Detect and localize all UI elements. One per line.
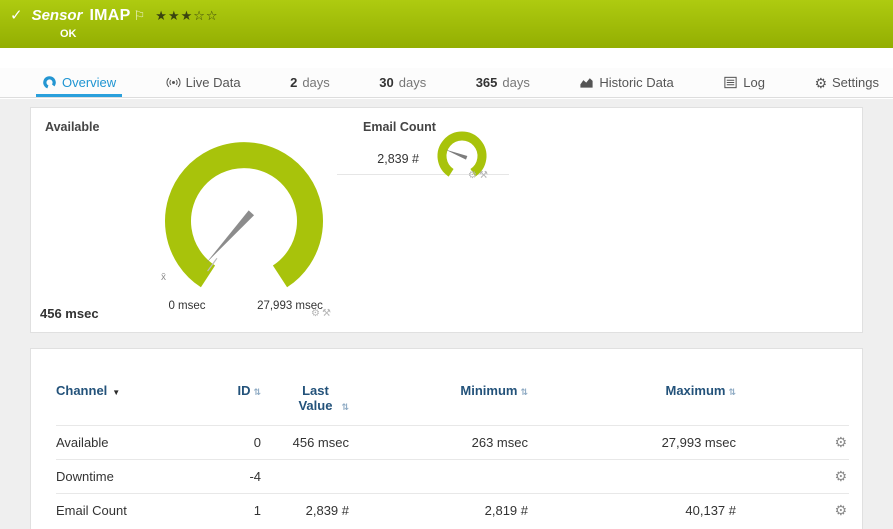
sensor-status-badge: OK	[60, 28, 77, 40]
sort-icon: ⇅	[253, 387, 261, 397]
prtg-sensor-page: ✓ Sensor IMAP ⚐ ★★★☆☆ OK Overview Live D…	[0, 0, 893, 529]
tab-number: 365	[475, 75, 498, 90]
gauge-scale-min: 0 msec	[168, 300, 206, 312]
log-list-icon	[724, 76, 737, 89]
channel-maximum: 40,137 #	[685, 503, 736, 518]
tab-label: Overview	[62, 75, 117, 90]
column-label: ID	[237, 383, 251, 398]
email-count-gauge-label: Email Count	[363, 120, 436, 134]
overview-gauge-icon	[43, 76, 56, 89]
column-header-maximum[interactable]: Maximum ⇅	[528, 383, 736, 398]
gauge-needle	[205, 210, 255, 264]
table-row-available[interactable]: Available 0 456 msec 263 msec 27,993 mse…	[56, 425, 849, 459]
channel-id: 1	[253, 503, 261, 518]
channel-last-value: 2,839 #	[305, 503, 349, 518]
column-header-last-value[interactable]: Last Value ⇅	[261, 383, 349, 413]
channel-minimum: 2,819 #	[484, 503, 528, 518]
tab-bar: Overview Live Data 2 days 30 days 365 da…	[0, 68, 893, 98]
table-row-downtime[interactable]: Downtime -4 ⚙	[56, 459, 849, 493]
sensor-title-row: ✓ Sensor IMAP ⚐ ★★★☆☆	[10, 6, 893, 25]
tab-label: days	[502, 75, 530, 90]
available-gauge-label: Available	[45, 120, 100, 134]
column-label: Maximum	[665, 383, 726, 398]
live-data-broadcast-icon	[166, 77, 181, 88]
tab-overview[interactable]: Overview	[35, 68, 123, 97]
sort-icon: ⇅	[341, 402, 349, 412]
tab-number: 2	[290, 75, 298, 90]
available-current-value: 456 msec	[40, 306, 99, 321]
overview-content: Available x̄ 0 msec 27,993 msec 456 msec…	[0, 99, 893, 529]
tab-label: Historic Data	[599, 75, 674, 90]
sort-desc-icon: ▼	[112, 388, 121, 397]
column-header-id[interactable]: ID ⇅	[196, 383, 261, 398]
channel-last-value: 456 msec	[292, 435, 349, 450]
sensor-name: IMAP	[89, 7, 131, 24]
gauge-settings-icon[interactable]: ⚙	[468, 170, 479, 181]
channel-name[interactable]: Downtime	[56, 469, 196, 484]
tab-historic-data[interactable]: Historic Data	[577, 68, 675, 97]
column-header-minimum[interactable]: Minimum ⇅	[349, 383, 528, 398]
tab-label: days	[302, 75, 330, 90]
gauge-tools-icon[interactable]: ⚒	[322, 308, 333, 319]
gauge-settings-icon[interactable]: ⚙	[311, 308, 322, 319]
tab-label: Live Data	[185, 75, 241, 90]
available-gauge-tools[interactable]: ⚙⚒	[311, 308, 333, 319]
channel-table-panel: Channel ▼ ID ⇅ Last Value ⇅ Minimum ⇅ Maximu…	[30, 348, 863, 529]
gauge-tools-icon[interactable]: ⚒	[479, 170, 490, 181]
channel-name[interactable]: Email Count	[56, 503, 196, 518]
available-gauge	[165, 142, 323, 288]
tab-number: 30	[379, 75, 394, 90]
sort-icon: ⇅	[520, 387, 528, 397]
column-label: Minimum	[460, 383, 518, 398]
flag-icon[interactable]: ⚐	[134, 8, 146, 24]
sort-icon: ⇅	[728, 387, 736, 397]
channel-settings-icon[interactable]: ⚙	[834, 502, 847, 518]
status-ok-check-icon: ✓	[10, 7, 23, 24]
email-gauge-tools[interactable]: ⚙⚒	[468, 170, 490, 181]
gauge-needle	[445, 149, 468, 160]
table-row-email-count[interactable]: Email Count 1 2,839 # 2,819 # 40,137 # ⚙	[56, 493, 849, 527]
channel-maximum: 27,993 msec	[661, 435, 736, 450]
tab-2-days[interactable]: 2 days	[288, 68, 332, 97]
tab-settings[interactable]: ⚙ Settings	[812, 68, 881, 97]
sensor-header: ✓ Sensor IMAP ⚐ ★★★☆☆ OK	[0, 0, 893, 48]
settings-gear-icon: ⚙	[814, 74, 827, 91]
channel-id: 0	[253, 435, 261, 450]
column-header-channel[interactable]: Channel ▼	[56, 383, 196, 398]
channel-settings-icon[interactable]: ⚙	[834, 468, 847, 484]
tab-label: Log	[743, 75, 765, 90]
channel-name[interactable]: Available	[56, 435, 196, 450]
tab-label: days	[398, 75, 427, 90]
gauges-panel: Available x̄ 0 msec 27,993 msec 456 msec…	[30, 107, 863, 333]
email-count-current-value: 2,839 #	[377, 152, 419, 166]
tab-log[interactable]: Log	[721, 68, 767, 97]
channel-id: -4	[249, 469, 261, 484]
column-label: Channel	[56, 383, 108, 398]
channel-minimum: 263 msec	[471, 435, 528, 450]
historic-data-chart-icon	[580, 78, 593, 88]
tab-live-data[interactable]: Live Data	[164, 68, 243, 97]
object-kind-label: Sensor	[31, 7, 83, 24]
channel-settings-icon[interactable]: ⚙	[834, 434, 847, 450]
tab-365-days[interactable]: 365 days	[474, 68, 532, 97]
channel-table-header: Channel ▼ ID ⇅ Last Value ⇅ Minimum ⇅ Maximu…	[56, 383, 849, 413]
mean-marker: x̄	[161, 272, 166, 283]
tab-label: Settings	[832, 75, 879, 90]
priority-star-rating[interactable]: ★★★☆☆	[155, 8, 218, 24]
stars-filled[interactable]: ★★★	[155, 8, 193, 23]
column-label: Last Value	[298, 383, 333, 413]
tab-30-days[interactable]: 30 days	[377, 68, 428, 97]
stars-empty[interactable]: ☆☆	[193, 8, 218, 23]
